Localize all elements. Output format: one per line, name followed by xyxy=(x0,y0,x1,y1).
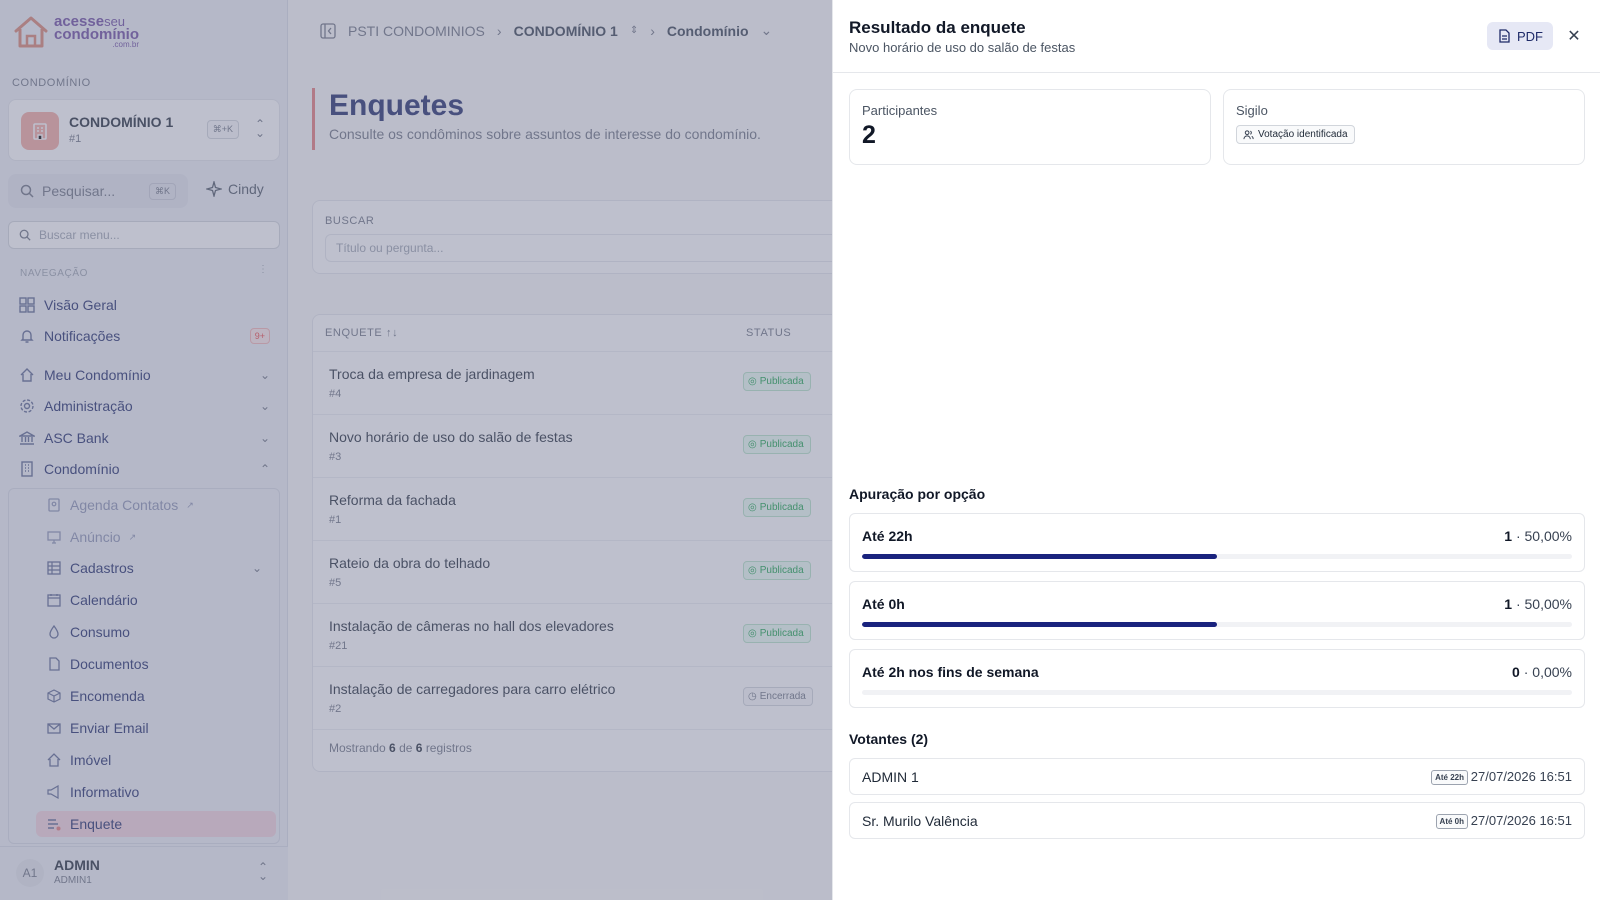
file-icon xyxy=(1499,29,1510,43)
secrecy-label: Sigilo xyxy=(1236,103,1268,118)
option-name: Até 2h nos fins de semana xyxy=(862,664,1039,680)
progress-bar xyxy=(862,554,1572,559)
participants-label: Participantes xyxy=(862,103,938,118)
option-name: Até 22h xyxy=(862,528,913,544)
option-result: Até 0h 1 · 50,00% xyxy=(849,581,1585,640)
secrecy-card: Sigilo Votação identificada xyxy=(1223,89,1585,165)
progress-bar xyxy=(862,622,1572,627)
drawer-title: Resultado da enquete xyxy=(849,18,1026,37)
poll-result-drawer: Resultado da enquete Novo horário de uso… xyxy=(832,0,1600,900)
drawer-subtitle: Novo horário de uso do salão de festas xyxy=(849,40,1076,55)
voter-choice-badge: Até 22h xyxy=(1431,770,1468,785)
progress-bar xyxy=(862,690,1572,695)
secrecy-badge: Votação identificada xyxy=(1236,125,1355,144)
option-result-value: 1 · 50,00% xyxy=(1504,528,1572,544)
voter-row: Sr. Murilo Valência Até 0h 27/07/2026 16… xyxy=(849,802,1585,839)
option-result: Até 22h 1 · 50,00% xyxy=(849,513,1585,572)
participants-value: 2 xyxy=(862,121,876,149)
option-name: Até 0h xyxy=(862,596,905,612)
voters-section-title: Votantes (2) xyxy=(849,731,929,747)
progress-fill xyxy=(862,554,1217,559)
users-icon xyxy=(1243,130,1254,140)
modal-backdrop[interactable] xyxy=(0,0,832,900)
participants-card: Participantes 2 xyxy=(849,89,1211,165)
voter-row: ADMIN 1 Até 22h 27/07/2026 16:51 xyxy=(849,758,1585,795)
voter-name: Sr. Murilo Valência xyxy=(862,813,978,829)
voter-name: ADMIN 1 xyxy=(862,769,919,785)
close-icon[interactable]: ✕ xyxy=(1563,25,1585,47)
option-result-value: 0 · 0,00% xyxy=(1512,664,1572,680)
option-result: Até 2h nos fins de semana 0 · 0,00% xyxy=(849,649,1585,708)
voter-choice-badge: Até 0h xyxy=(1435,814,1468,829)
options-section-title: Apuração por opção xyxy=(849,486,986,502)
option-result-value: 1 · 50,00% xyxy=(1504,596,1572,612)
vote-datetime: 27/07/2026 16:51 xyxy=(1470,769,1572,784)
drawer-header: Resultado da enquete Novo horário de uso… xyxy=(833,0,1600,73)
vote-datetime: 27/07/2026 16:51 xyxy=(1470,813,1572,828)
progress-fill xyxy=(862,622,1217,627)
export-pdf-button[interactable]: PDF xyxy=(1487,22,1553,50)
